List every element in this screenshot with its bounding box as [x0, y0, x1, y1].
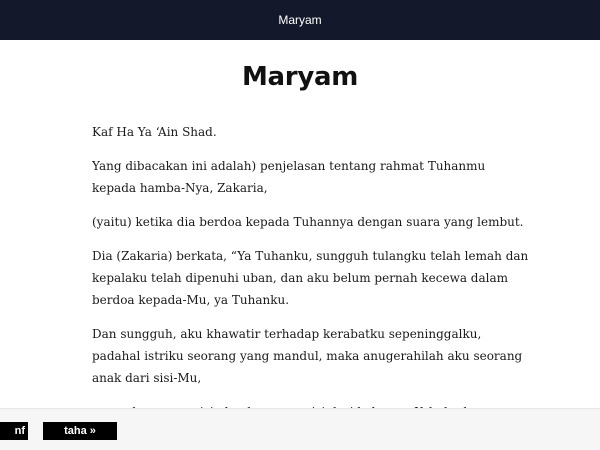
verse-2: Yang dibacakan ini adalah) penjelasan te… [92, 159, 486, 195]
verse-3: (yaitu) ketika dia berdoa kepada Tuhanny… [92, 215, 524, 229]
verse-1: Kaf Ha Ya ‘Ain Shad. [92, 125, 217, 139]
verse-4: Dia (Zakaria) berkata, “Ya Tuhanku, sung… [92, 249, 529, 307]
top-bar-title: Maryam [278, 13, 322, 27]
verse-5: Dan sungguh, aku khawatir terhadap kerab… [92, 327, 523, 385]
next-surah-button[interactable]: taha » [43, 422, 117, 440]
top-bar: Maryam [0, 0, 600, 40]
previous-surah-button[interactable]: nf [0, 422, 28, 440]
bottom-nav-bar: nf taha » [0, 408, 600, 450]
page-title: Maryam [241, 62, 359, 92]
verse-content: Kaf Ha Ya ‘Ain Shad. Yang dibacakan ini … [92, 121, 532, 411]
